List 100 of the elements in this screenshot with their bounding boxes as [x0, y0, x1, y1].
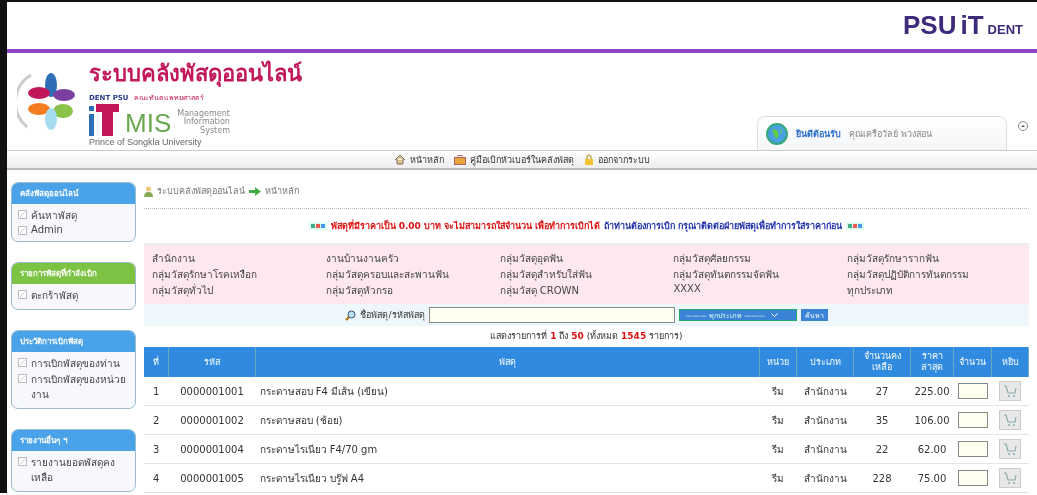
breadcrumb-item[interactable]: ระบบคลังพัสดุออนไลน์ — [157, 184, 245, 198]
welcome-greeting: ยินดีต้อนรับ — [796, 127, 841, 141]
column-header: ราคาล่าสุด — [910, 347, 954, 377]
lock-icon — [584, 154, 594, 166]
table-cell: 62.00 — [910, 434, 954, 464]
new-badge-icon — [846, 222, 865, 230]
table-cell: 106.00 — [910, 405, 954, 435]
table-cell: กระดาษไรเนียว F4/70 gm — [255, 434, 760, 464]
checkbox-icon — [18, 290, 27, 299]
category-link[interactable]: งานบ้านงานครัว — [325, 251, 500, 266]
table-cell: 1 — [144, 377, 169, 406]
table-cell: รีม — [759, 377, 797, 406]
nav-link[interactable]: คู่มือเบิกหัวเบอร์ในคลังพัสดุ — [454, 152, 574, 167]
user-icon — [144, 185, 153, 197]
product-subtitle: Management Information System — [177, 109, 230, 137]
table-cell: รีม — [759, 434, 797, 464]
table-cell: รีม — [759, 405, 797, 435]
breadcrumb-item[interactable]: หน้าหลัก — [265, 184, 299, 198]
user-name: คุณเครือวัลย์ พวงสอน — [849, 127, 932, 141]
sidebar-item[interactable]: Admin — [31, 224, 63, 235]
search-label: ชื่อพัสดุ/รหัสพัสดุ — [360, 308, 425, 322]
advice-text: ถ้าท่านต้องการเบิก กรุณาติดต่อฝ่ายพัสดุเพื่อทำการใส่ราคาก่อน — [604, 219, 843, 233]
table-cell: สำนักงาน — [796, 377, 854, 406]
table-cell: 0000001001 — [168, 377, 256, 406]
table-cell: 27 — [853, 377, 911, 406]
sidebar-item[interactable]: ตะกร้าพัสดุ — [31, 288, 78, 303]
category-link[interactable]: สำนักงาน — [152, 251, 326, 266]
product-name: MIS — [125, 110, 172, 137]
table-cell: 35 — [853, 405, 911, 435]
chevron-down-icon — [770, 312, 778, 318]
category-link[interactable]: กลุ่มวัสดุอุดฟัน — [499, 251, 674, 266]
sidebar-item[interactable]: รายงานยอดพัสดุคงเหลือ — [31, 455, 129, 485]
category-link[interactable]: กลุ่มวัสดุหัวกรอ — [325, 283, 500, 298]
category-link[interactable]: กลุ่มวัสดุรักษาโรคเหงือก — [152, 267, 326, 282]
arrow-icon — [249, 186, 261, 196]
table-cell: 3 — [144, 434, 169, 464]
table-cell: กระดาษไรเนียว บรู๊ฟ A4 — [255, 463, 760, 493]
category-link[interactable]: กลุ่มวัสดุครอบและสะพานฟัน — [325, 267, 500, 282]
table-cell: 0000001005 — [168, 463, 256, 493]
result-summary: แสดงรายการที่ 1 ถึง 50 (ทั้งหมด 1545 รายการ) — [489, 329, 684, 343]
category-link[interactable]: กลุ่มวัสดุทั่วไป — [152, 283, 326, 298]
logo: PSU iT DENT — [903, 9, 1023, 41]
column-header: จำนวน — [953, 347, 992, 377]
table-cell: 75.00 — [910, 463, 954, 493]
category-link[interactable]: กลุ่มวัสดุรักษารากฟัน — [847, 251, 1021, 266]
warning-text: พัสดุที่มีราคาเป็น 0.00 บาท จะไม่สามารถใส่จำนวน เพื่อทำการเบิกได้ — [330, 219, 601, 233]
table-cell: กระดาษสอบ (ช้อย) — [255, 405, 760, 435]
table-cell: กระดาษสอบ F4 มีเส้น (เขียน) — [255, 377, 760, 406]
nav-link[interactable]: ออกจากระบบ — [584, 152, 650, 167]
category-link[interactable]: XXXX — [673, 283, 848, 298]
table-cell: 2 — [144, 405, 169, 435]
search-field[interactable] — [428, 307, 675, 323]
home-icon — [394, 154, 406, 166]
category-link[interactable]: กลุ่มวัสดุ CROWN — [499, 283, 674, 298]
quantity-field[interactable] — [957, 383, 988, 399]
nav-link[interactable]: หน้าหลัก — [394, 152, 444, 167]
column-header: พัสดุ — [255, 347, 760, 377]
sidebar-item[interactable]: การเบิกพัสดุของท่าน — [31, 356, 120, 371]
it-logo-icon — [89, 104, 119, 137]
category-link[interactable]: กลุ่มวัสดุทันตกรรมจัดฟัน — [673, 267, 848, 282]
checkbox-icon — [18, 210, 27, 219]
column-header: ที่ — [144, 347, 169, 377]
cart-icon — [1003, 384, 1017, 398]
panel-header: รายการพัสดุที่กำลังเบิก — [12, 263, 135, 284]
table-cell: 225.00 — [910, 377, 954, 406]
search-icon — [345, 309, 357, 321]
table-cell: 0000001002 — [168, 405, 256, 435]
category-link[interactable]: กลุ่มวัสดุสำหรับใส่ฟัน — [499, 267, 674, 282]
table-cell: 22 — [853, 434, 911, 464]
cart-icon — [1003, 413, 1017, 427]
checkbox-icon — [18, 358, 27, 367]
table-cell: สำนักงาน — [796, 405, 854, 435]
table-cell: รีม — [759, 463, 797, 493]
table-cell: 0000001004 — [168, 434, 256, 464]
collapse-icon[interactable] — [1018, 121, 1028, 132]
sidebar-item[interactable]: การเบิกพัสดุของหน่วยงาน — [31, 372, 129, 402]
column-header: ประเภท — [796, 347, 854, 377]
quantity-field[interactable] — [957, 412, 988, 428]
panel-header: รายงานอื่นๆ ฯ — [12, 430, 135, 451]
checkbox-icon — [18, 374, 27, 383]
table-cell: สำนักงาน — [796, 463, 854, 493]
column-header: หน่วย — [759, 347, 797, 377]
university-name: Prince of Songkla University — [89, 137, 203, 148]
column-header: หยิบ — [991, 347, 1029, 377]
panel-header: คลังพัสดุออนไลน์ — [12, 183, 135, 204]
briefcase-icon — [454, 154, 466, 165]
category-link[interactable]: ทุกประเภท — [847, 283, 1021, 298]
sidebar-item[interactable]: ค้นหาพัสดุ — [31, 208, 77, 223]
column-header: จำนวนคงเหลือ — [853, 347, 911, 377]
quantity-field[interactable] — [957, 441, 988, 457]
quantity-field[interactable] — [957, 470, 988, 486]
category-link[interactable]: กลุ่มวัสดุปฏิบัติการทันตกรรม — [847, 267, 1021, 282]
system-title: ระบบคลังพัสดุออนไลน์ — [89, 59, 302, 89]
checkbox-icon — [18, 457, 27, 466]
checkbox-icon — [18, 226, 27, 235]
column-header: รหัส — [168, 347, 256, 377]
globe-icon — [766, 122, 788, 145]
table-cell: สำนักงาน — [796, 434, 854, 464]
new-badge-icon — [308, 222, 327, 230]
category-link[interactable]: กลุ่มวัสดุศัลยกรรม — [673, 251, 848, 266]
